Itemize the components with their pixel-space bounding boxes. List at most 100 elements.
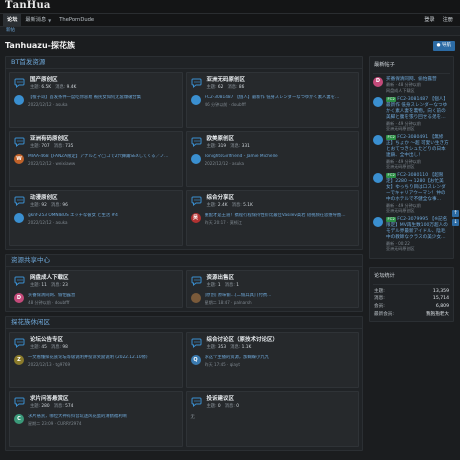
last-post-title[interactable]: 一文看懂探花族论坛等级说明并投诉奖励说明 (2022.12.10修) — [28, 355, 178, 360]
new-posts-link[interactable]: 新帖 — [6, 28, 15, 34]
avatar[interactable] — [373, 216, 383, 227]
avatar[interactable] — [190, 293, 201, 304]
last-post-title[interactable]: gknf-253 OMNIBUS エッチな彼女 と生活 #4 — [28, 213, 178, 218]
last-post-meta: 48 分钟以前 · doubfff — [28, 299, 70, 305]
section-title[interactable]: 资源共享中心 — [6, 255, 362, 267]
forum-stat-value: 707 — [41, 143, 50, 149]
forum-name[interactable]: 投诉建议区 — [207, 396, 239, 403]
latest-posts-title: 最新帖子 — [373, 60, 450, 74]
forum-card[interactable]: 国产原创区 主题: 6.5K 消息: 9.4K 【橙子哥】首发条件一度吃你容易 … — [9, 72, 183, 128]
last-post: D 买番保清同网、偷怕露营 48 分钟以前 · doubfff — [14, 293, 178, 305]
avatar[interactable] — [190, 154, 201, 165]
forum-stat-label: 消息: — [51, 282, 62, 288]
last-post-title[interactable]: [原创] 原味偷…[二偷兵具] [付费… — [205, 293, 355, 298]
latest-post-item[interactable]: D 买番保清同网、偷怕露营 最新 · 48 分钟以前 网盘成人下载区 — [373, 76, 450, 93]
latest-post-item[interactable]: FC2 FC2-3080110 【超限定】2280 → 1280【お忙美女】ゆっち… — [373, 172, 450, 213]
forum-name[interactable]: 求片问答悬赏区 — [30, 396, 73, 403]
forum-stat-value: 1 — [236, 282, 239, 288]
post-forum[interactable]: 亚洲无码原创区 — [386, 246, 450, 251]
last-post: C 求片悬赏，哪位大神有抖音玩迷风花蛋的清鹤福利啊 星期二 23:09 · CU… — [14, 414, 178, 426]
site-logo[interactable]: TanHua — [5, 0, 51, 13]
forum-name[interactable]: 国产原创区 — [30, 77, 76, 84]
avatar[interactable] — [14, 213, 24, 224]
last-post-title[interactable]: 求片悬赏，哪位大神有抖音玩迷风花蛋的清鹤福利啊 — [28, 414, 178, 419]
forum-stat-value: 331 — [241, 143, 250, 149]
tab-forums[interactable]: 论坛 — [3, 14, 22, 26]
forum-name[interactable]: 动漫原创区 — [30, 195, 68, 202]
latest-post-item[interactable]: FC2 FC2-3081487 【個人】最新作 低身スレンダーなつゆかく素人妻を裏… — [373, 96, 450, 131]
last-post: 【橙子哥】首发条件一度吃你容易 被民女如何无套爆破合集 2022/12/12 ·… — [14, 95, 178, 107]
forum-stat-label: 消息: — [231, 202, 242, 208]
forum-card[interactable]: 综合分享区 主题: 2.4K 消息: 5.1K 吴 重配才是王道！携程行程保持性… — [185, 190, 359, 246]
forum-name[interactable]: 亚洲有码原创区 — [30, 136, 73, 143]
forum-card[interactable]: 求片问答悬赏区 主题: 280 消息: 574 C 求片悬赏，哪位大神有抖音玩迷… — [9, 391, 183, 447]
prefix-tag: FC2 — [386, 215, 397, 222]
forum-stat-label: 主题: — [206, 403, 217, 409]
forum-stat-label: 消息: — [51, 344, 62, 350]
chat-bubble-icon — [191, 77, 203, 89]
avatar[interactable]: Z — [14, 355, 24, 366]
latest-posts-box: 最新帖子 D 买番保清同网、偷怕露营 最新 · 48 分钟以前 网盘成人下载区 … — [369, 56, 454, 260]
last-post-meta: 46 分钟以前 · doubfff — [204, 101, 246, 107]
scroll-up-button[interactable]: ↑ — [452, 210, 459, 217]
forum-section: 资源共享中心 网盘成人下载区 主题: 11 消息: 23 D 买番保清同网、偷怕… — [5, 254, 363, 312]
last-post-title[interactable]: FC2-3081487 【個人】最新作 低身スレンダーなつゆかく素人妻を… — [205, 95, 355, 100]
forum-card[interactable]: 资源出售区 主题: 1 消息: 1 [原创] 原味偷…[二偷兵具] [付费… 星… — [185, 270, 359, 308]
last-post-title[interactable]: MIAA-468【FANZA限定】アナルとマ◯コで2穴舞踊SEXしてくる／ノ… — [28, 154, 178, 159]
forum-card[interactable]: 动漫原创区 主题: 92 消息: 96 gknf-253 OMNIBUS エッチ… — [9, 190, 183, 246]
forum-name[interactable]: 亚洲无码原创区 — [207, 77, 246, 84]
forum-name[interactable]: 资源出售区 — [207, 275, 239, 282]
last-post-title[interactable]: 求这个主播的资源，加蝴蝶小九九 — [205, 355, 355, 360]
forum-name[interactable]: 欧美原创区 — [207, 136, 250, 143]
forum-card[interactable]: 论坛公告专区 主题: 45 消息: 98 Z 一文看懂探花族论坛等级说明并投诉奖… — [9, 332, 183, 388]
avatar[interactable] — [373, 96, 383, 107]
forum-card[interactable]: 亚洲有码原创区 主题: 707 消息: 735 W MIAA-468【FANZA… — [9, 131, 183, 187]
avatar[interactable] — [14, 95, 24, 106]
avatar[interactable]: D — [373, 76, 383, 87]
avatar[interactable]: 吴 — [190, 213, 201, 224]
forum-stats: 主题: 92 消息: 96 — [30, 203, 68, 208]
forum-card[interactable]: 综合讨论区（原技术讨论区） 主题: 353 消息: 1.1K Q 求这个主播的资… — [185, 332, 359, 388]
scroll-down-button[interactable]: ↓ — [452, 219, 459, 226]
last-post-title[interactable]: TonightsGirlfriend - Jamie Michelle — [205, 154, 355, 159]
chat-bubble-icon — [14, 136, 26, 148]
login-link[interactable]: 登录 — [420, 14, 438, 26]
last-post-meta: 2022/12/12 · asuka — [204, 160, 245, 166]
top-header: TanHua — [0, 0, 460, 14]
avatar[interactable]: C — [14, 414, 24, 425]
post-forum[interactable]: 亚洲无码原创区 — [386, 164, 450, 169]
last-post-meta: 2022/12/13 · tg9769 — [28, 361, 71, 367]
navigation-button[interactable]: ● 导航 — [432, 41, 455, 51]
post-forum[interactable]: 亚洲无码原创区 — [386, 126, 450, 131]
section-title[interactable]: 探花族休闲区 — [6, 317, 362, 329]
latest-post-item[interactable]: FC2 FC2-3079995 【※記名限定】MV再生数100万超人のモデル界最新… — [373, 215, 450, 251]
last-post-title[interactable]: 【橙子哥】首发条件一度吃你容易 被民女如何无套爆破合集 — [28, 95, 178, 100]
section-title[interactable]: BT首发资源 — [6, 57, 362, 69]
avatar[interactable] — [190, 95, 201, 106]
last-post-title[interactable]: 买番保清同网、偷怕露营 — [28, 293, 178, 298]
forum-card[interactable]: 欧美原创区 主题: 319 消息: 331 TonightsGirlfriend… — [185, 131, 359, 187]
avatar[interactable]: D — [14, 293, 24, 304]
avatar[interactable] — [373, 134, 383, 145]
forum-card[interactable]: 亚洲无码原创区 主题: 62 消息: 86 FC2-3081487 【個人】最新… — [185, 72, 359, 128]
forum-card[interactable]: 网盘成人下载区 主题: 11 消息: 23 D 买番保清同网、偷怕露营 48 分… — [9, 270, 183, 308]
forum-stat-label: 主题: — [30, 344, 41, 350]
avatar[interactable]: Q — [190, 355, 201, 366]
forum-name[interactable]: 综合分享区 — [207, 195, 253, 202]
forum-card[interactable]: 投诉建议区 主题: 0 消息: 0 无 — [185, 391, 359, 447]
forum-name[interactable]: 网盘成人下载区 — [30, 275, 69, 282]
register-link[interactable]: 注册 — [439, 14, 457, 26]
last-post-title[interactable]: 重配才是王道！携程行程保持性价比最佳Vasilev高岩 短视频在思维导图… — [205, 213, 355, 218]
forum-name[interactable]: 综合讨论区（原技术讨论区） — [207, 337, 279, 344]
forum-name[interactable]: 论坛公告专区 — [30, 337, 68, 344]
tab-latest[interactable]: 最新消息 ▼ — [21, 14, 55, 26]
forum-stats: 主题: 6.5K 消息: 9.4K — [30, 85, 76, 90]
avatar[interactable]: W — [14, 154, 24, 165]
avatar[interactable] — [373, 172, 383, 183]
last-post-meta: 昨天 20:17 · 莫顿江 — [204, 219, 242, 225]
post-forum[interactable]: 亚洲无码原创区 — [386, 208, 450, 213]
latest-post-item[interactable]: FC2 FC2-3080491 【無修正】ちょか ～超 可愛い生き方とおてつきシュ… — [373, 134, 450, 169]
tab-theporndude[interactable]: ThePornDude — [55, 14, 98, 26]
post-forum[interactable]: 网盘成人下载区 — [386, 88, 437, 93]
post-title[interactable]: 买番保清同网、偷怕露营 — [386, 77, 437, 82]
